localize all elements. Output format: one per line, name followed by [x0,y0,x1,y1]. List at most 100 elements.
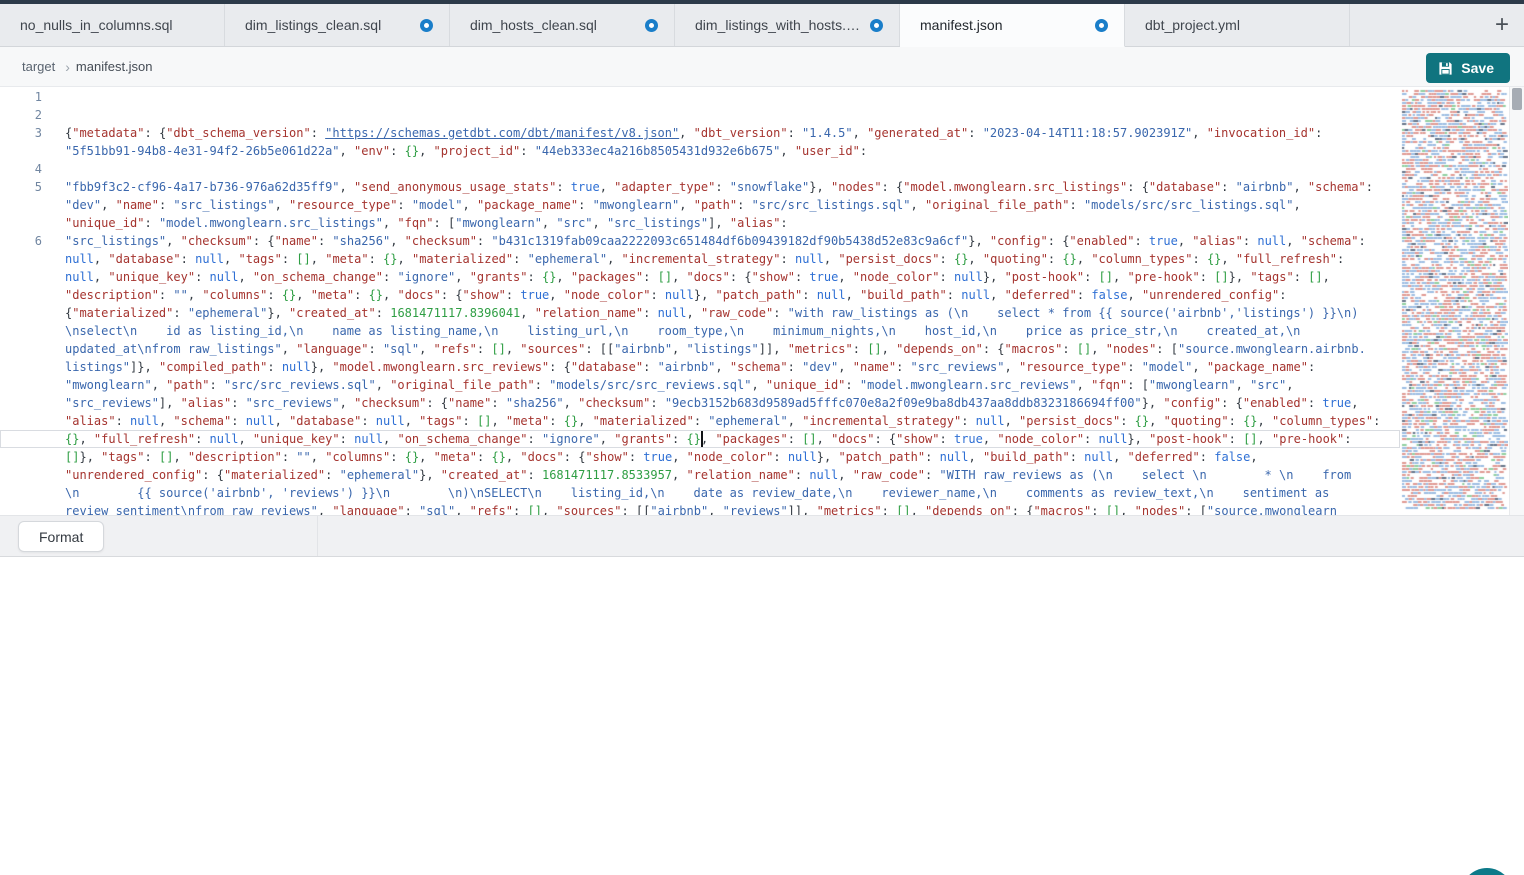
line-number [0,340,42,358]
code-row: \nselect\n id as listing_id,\n name as l… [0,322,1400,340]
code-line-text: "dev", "name": "src_listings", "resource… [65,196,1400,214]
code-row: "dev", "name": "src_listings", "resource… [0,196,1400,214]
line-number [0,412,42,430]
code-line-text: \n {{ source('airbnb', 'reviews') }}\n \… [65,484,1400,502]
code-row: listings"]}, "compiled_path": null}, "mo… [0,358,1400,376]
code-row: 6"src_listings", "checksum": {"name": "s… [0,232,1400,250]
tab-bar: no_nulls_in_columns.sql dim_listings_clea… [0,4,1524,47]
code-line-text: "unrendered_config": {"materialized": "e… [65,466,1400,484]
save-button[interactable]: Save [1426,53,1510,83]
line-number [0,376,42,394]
code-row: null, "unique_key": null, "on_schema_cha… [0,268,1400,286]
code-row: "mwonglearn", "path": "src/src_reviews.s… [0,376,1400,394]
text-caret [701,431,703,447]
code-row: review_sentiment\nfrom raw_reviews", "la… [0,502,1400,515]
code-row: updated_at\nfrom raw_listings", "languag… [0,340,1400,358]
code-line-text: "src_reviews"], "alias": "src_reviews", … [65,394,1400,412]
code-line-text: \nselect\n id as listing_id,\n name as l… [65,322,1400,340]
code-line-text [65,160,1400,178]
code-row: []}, "tags": [], "description": "", "col… [0,448,1400,466]
line-number [0,322,42,340]
code-line-text: updated_at\nfrom raw_listings", "languag… [65,340,1400,358]
line-number [0,304,42,322]
scrollbar[interactable] [1509,87,1524,515]
tab-dim-hosts-clean-sql[interactable]: dim_hosts_clean.sql [450,4,675,46]
code-row: "unrendered_config": {"materialized": "e… [0,466,1400,484]
unsaved-changes-dot-icon [1095,19,1108,32]
code-line-text: "mwonglearn", "path": "src/src_reviews.s… [65,376,1400,394]
results-panel [0,558,1524,875]
tab-dim-listings-clean-sql[interactable]: dim_listings_clean.sql [225,4,450,46]
code-line-text [65,106,1400,124]
tab-label: dim_listings_clean.sql [245,17,381,33]
tab-manifest-json[interactable]: manifest.json [900,4,1125,47]
scrollbar-thumb[interactable] [1512,88,1522,110]
editor-footer: Format [0,515,1524,557]
code-row: 1 [0,88,1400,106]
code-line-text: null, "unique_key": null, "on_schema_cha… [65,268,1400,286]
tab-no-nulls-in-columns-sql[interactable]: no_nulls_in_columns.sql [0,4,225,46]
code-row: 5 "fbb9f3c2-cf96-4a17-b736-976a62d35ff9",… [0,178,1400,196]
breadcrumb-segment-target: target [22,59,55,74]
code-row: 4 [0,160,1400,178]
code-line-text: listings"]}, "compiled_path": null}, "mo… [65,358,1400,376]
code-line-text: "alias": null, "schema": null, "database… [65,412,1400,430]
line-number [0,502,42,515]
code-row: {"materialized": "ephemeral"}, "created_… [0,304,1400,322]
code-line-text: "fbb9f3c2-cf96-4a17-b736-976a62d35ff9", … [65,178,1400,196]
code-line-text [65,88,1400,106]
tab-label: dbt_project.yml [1145,17,1240,33]
code-row: null, "database": null, "tags": [], "met… [0,250,1400,268]
new-tab-button[interactable]: + [1480,4,1524,46]
tab-label: no_nulls_in_columns.sql [20,17,173,33]
chevron-right-icon: › [65,59,70,75]
code-row: "alias": null, "schema": null, "database… [0,412,1400,430]
tab-label: manifest.json [920,17,1002,33]
code-row: "unique_id": "model.mwonglearn.src_listi… [0,214,1400,232]
code-line-text: "5f51bb91-94b8-4e31-94f2-26b5e061d22a", … [65,142,1400,160]
line-number: 6 [0,232,42,250]
code-row: "description": "", "columns": {}, "meta"… [0,286,1400,304]
tab-dim-listings-with-hosts-sql[interactable]: dim_listings_with_hosts.sql [675,4,900,46]
code-line-text: review_sentiment\nfrom raw_reviews", "la… [65,502,1400,515]
minimap[interactable] [1401,88,1508,513]
code-line-text: "unique_id": "model.mwonglearn.src_listi… [65,214,1400,232]
line-number [0,448,42,466]
line-number: 5 [0,178,42,196]
code-row: 3 {"metadata": {"dbt_schema_version": "ht… [0,124,1400,142]
line-number: 3 [0,124,42,142]
code-line-text: null, "database": null, "tags": [], "met… [65,250,1400,268]
code-area[interactable]: 123 {"metadata": {"dbt_schema_version": "… [0,88,1400,515]
ide-window: no_nulls_in_columns.sql dim_listings_clea… [0,0,1524,875]
line-number [0,286,42,304]
code-row: "5f51bb91-94b8-4e31-94f2-26b5e061d22a", … [0,142,1400,160]
unsaved-changes-dot-icon [870,19,883,32]
line-number [0,394,42,412]
code-line-text: {}, "full_refresh": null, "unique_key": … [65,430,1400,448]
tab-label: dim_listings_with_hosts.sql [695,17,862,33]
code-editor[interactable]: 123 {"metadata": {"dbt_schema_version": "… [0,87,1524,515]
tab-label: dim_hosts_clean.sql [470,17,597,33]
line-number [0,268,42,286]
format-button[interactable]: Format [18,521,104,552]
unsaved-changes-dot-icon [645,19,658,32]
save-icon [1438,61,1453,76]
save-button-label: Save [1461,60,1494,76]
tab-dbt-project-yml[interactable]: dbt_project.yml [1125,4,1350,46]
line-number: 2 [0,106,42,124]
code-line-text: []}, "tags": [], "description": "", "col… [65,448,1400,466]
code-row: "src_reviews"], "alias": "src_reviews", … [0,394,1400,412]
code-line-text: {"metadata": {"dbt_schema_version": "htt… [65,124,1400,142]
unsaved-changes-dot-icon [420,19,433,32]
code-row: \n {{ source('airbnb', 'reviews') }}\n \… [0,484,1400,502]
line-number [0,484,42,502]
code-row: 2 [0,106,1400,124]
line-number [0,430,42,448]
tab-bar-spacer [1350,4,1480,46]
line-number [0,142,42,160]
code-line-text: "description": "", "columns": {}, "meta"… [65,286,1400,304]
footer-divider [317,516,318,556]
breadcrumb-segment-file: manifest.json [76,59,153,74]
line-number [0,250,42,268]
line-number [0,466,42,484]
